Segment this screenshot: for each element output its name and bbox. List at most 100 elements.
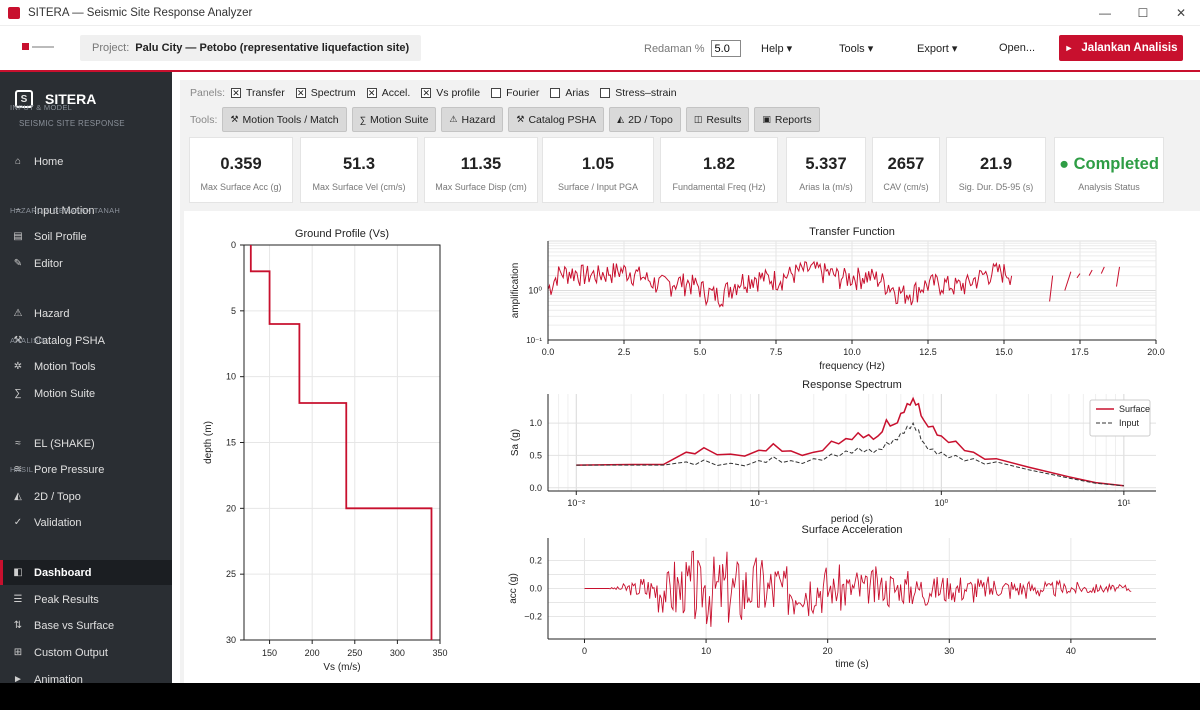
tool-button-results[interactable]: ◫ Results: [685, 107, 750, 132]
sidebar-item-label: 2D / Topo: [34, 490, 81, 503]
metric-value: 5.337: [805, 155, 847, 173]
tool-button-2d-topo[interactable]: ◭ 2D / Topo: [609, 107, 681, 132]
tool-button-catalog-psha[interactable]: ⚒ Catalog PSHA: [508, 107, 605, 132]
x-tick-label: 40: [1066, 646, 1076, 656]
sidebar-section-label: ANALISIS: [10, 336, 47, 345]
metric-label: Surface / Input PGA: [557, 182, 639, 192]
metric-value: 21.9: [979, 155, 1013, 173]
sidebar-item-custom-output[interactable]: ⊞ Custom Output: [0, 640, 172, 665]
approx-icon: ≈: [15, 438, 21, 449]
tool-button-label: Catalog PSHA: [528, 113, 597, 126]
x-tick-label: 250: [347, 648, 362, 658]
sidebar-item-base-vs-surface[interactable]: ⇅ Base vs Surface: [0, 613, 172, 638]
panel-checkbox-arias[interactable]: Arias: [550, 87, 589, 99]
checkbox-empty-icon[interactable]: [600, 88, 611, 98]
tool-button-label: Hazard: [461, 113, 496, 126]
sidebar-item-label: Pore Pressure: [34, 463, 105, 476]
checkbox-empty-icon[interactable]: [491, 88, 502, 98]
metric-label: Sig. Dur. D5-95 (s): [958, 182, 1034, 192]
x-tick-label: 10⁻¹: [750, 498, 768, 508]
panel-checkbox-spectrum[interactable]: ✕ Spectrum: [295, 87, 356, 99]
sidebar-section-label: HASIL: [10, 465, 34, 474]
y-tick-label: 25: [226, 569, 236, 579]
sidebar-item-label: Custom Output: [34, 646, 108, 659]
chart-title: Surface Acceleration: [802, 524, 903, 536]
metric-card: 21.9 Sig. Dur. D5-95 (s): [946, 137, 1046, 203]
tools-icon: ✲: [13, 361, 23, 372]
app-header: Project: Palu City — Petobo (representat…: [0, 26, 1200, 70]
panel-checkbox-vs-profile[interactable]: ✕ Vs profile: [421, 87, 480, 99]
metric-card: 2657 CAV (cm/s): [872, 137, 940, 203]
layers-icon: ▤: [13, 231, 23, 242]
sidebar-item-el-shake[interactable]: ≈ EL (SHAKE): [0, 431, 172, 456]
dashboard-charts: 150 200 250 300 350 0 5 10 15 20 25 30 Ground Profil…: [184, 211, 1200, 683]
checkbox-checked-icon[interactable]: ✕: [295, 88, 306, 98]
sidebar-item-editor[interactable]: ✎ Editor: [0, 251, 172, 276]
damping-label: Redaman %: [644, 42, 705, 55]
x-tick-label: 300: [390, 648, 405, 658]
maximize-icon[interactable]: ☐: [1124, 0, 1162, 26]
charts-canvas: 150 200 250 300 350051015202530Ground Profil…: [203, 226, 1165, 673]
window-title: SITERA — Seismic Site Response Analyzer: [28, 6, 253, 19]
metric-card: 11.35 Max Surface Disp (cm): [424, 137, 538, 203]
project-label: Project:: [92, 42, 130, 54]
tool-button-motion-suite[interactable]: ∑ Motion Suite: [351, 107, 437, 132]
help-menu[interactable]: Help ▾: [761, 42, 792, 55]
panel-checkboxes: ✕ Transfer ✕ Spectrum ✕ Accel. ✕ Vs profile Four…: [231, 87, 688, 99]
checkbox-checked-icon[interactable]: ✕: [231, 88, 242, 98]
status-value: ● Completed: [1059, 155, 1159, 173]
sidebar-item-motion-suite[interactable]: ∑ Motion Suite: [0, 381, 172, 406]
x-tick-label: 20: [823, 646, 833, 656]
sidebar-item-motion-tools[interactable]: ✲ Motion Tools: [0, 354, 172, 379]
y-tick-label: 10⁰: [528, 286, 542, 296]
x-axis-label: frequency (Hz): [819, 361, 885, 372]
tool-button-motion-tools-match[interactable]: ⚒ Motion Tools / Match: [222, 107, 347, 132]
x-tick-label: 5.0: [694, 347, 707, 357]
metric-card: 51.3 Max Surface Vel (cm/s): [300, 137, 418, 203]
panel-checkbox-transfer[interactable]: ✕ Transfer: [231, 87, 285, 99]
metric-value: 51.3: [342, 155, 376, 173]
metric-label: Max Surface Disp (cm): [435, 182, 527, 192]
panel-checkbox-stress-strain[interactable]: Stress–strain: [600, 87, 677, 99]
metric-card: 1.05 Surface / Input PGA: [542, 137, 654, 203]
checkbox-checked-icon[interactable]: ✕: [421, 88, 432, 98]
project-field[interactable]: Project: Palu City — Petobo (representat…: [80, 35, 422, 61]
sidebar-item-label: Soil Profile: [34, 230, 87, 243]
y-tick-label: 0.2: [529, 555, 542, 565]
open-menu[interactable]: Open...: [999, 42, 1035, 54]
sidebar-item-validation[interactable]: ✓ Validation: [0, 510, 172, 535]
tool-button-reports[interactable]: ▣ Reports: [754, 107, 820, 132]
x-tick-label: 12.5: [919, 347, 937, 357]
panel-checkbox-fourier[interactable]: Fourier: [491, 87, 539, 99]
damping-input[interactable]: [710, 40, 741, 57]
y-tick-label: 10⁻¹: [526, 336, 542, 345]
checkbox-empty-icon[interactable]: [550, 88, 561, 98]
x-tick-label: 20.0: [1147, 347, 1165, 357]
main-content: Panels: ✕ Transfer ✕ Spectrum ✕ Accel. ✕ Vs pro…: [180, 80, 1200, 683]
sidebar-item-2d-topo[interactable]: ◭ 2D / Topo: [0, 484, 172, 509]
run-analysis-button[interactable]: ► Jalankan Analisis: [1059, 35, 1183, 61]
sidebar-item-peak-results[interactable]: ☰ Peak Results: [0, 587, 172, 612]
metric-label: Max Surface Acc (g): [200, 182, 282, 192]
panel-checkbox-accel[interactable]: ✕ Accel.: [366, 87, 410, 99]
sidebar-item-label: Motion Suite: [34, 387, 96, 400]
home-icon: ⌂: [14, 156, 22, 167]
sidebar-item-dashboard[interactable]: ◧ Dashboard: [0, 560, 172, 585]
sidebar-item-home[interactable]: ⌂ Home: [0, 149, 172, 174]
panel-checkbox-label: Vs profile: [436, 87, 481, 99]
close-icon[interactable]: ✕: [1162, 0, 1200, 26]
tools-menu[interactable]: Tools ▾: [839, 42, 873, 55]
sidebar-item-animation[interactable]: ► Animation: [0, 667, 172, 684]
tool-button-hazard[interactable]: ⚠ Hazard: [441, 107, 504, 132]
checkbox-checked-icon[interactable]: ✕: [366, 88, 377, 98]
sidebar-item-label: EL (SHAKE): [34, 437, 95, 450]
minimize-icon[interactable]: —: [1086, 0, 1124, 26]
title-bar: SITERA — Seismic Site Response Analyzer …: [0, 0, 1200, 26]
export-menu[interactable]: Export ▾: [917, 42, 957, 55]
metric-label: Analysis Status: [1078, 182, 1140, 192]
metric-label: Fundamental Freq (Hz): [672, 182, 766, 192]
sidebar-item-soil-profile[interactable]: ▤ Soil Profile: [0, 224, 172, 249]
sidebar-item-hazard[interactable]: ⚠ Hazard: [0, 301, 172, 326]
tool-buttons: ⚒ Motion Tools / Match ∑ Motion Suite ⚠ Hazar…: [222, 107, 824, 132]
y-tick-label: 0.0: [529, 584, 542, 594]
